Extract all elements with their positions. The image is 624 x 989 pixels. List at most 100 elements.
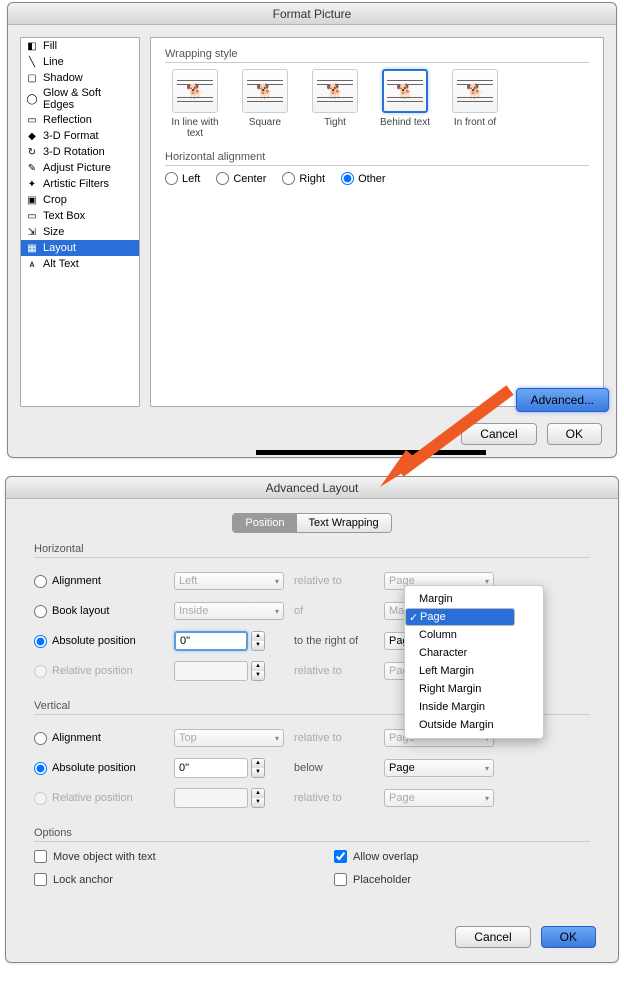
format-picture-dialog: Format Picture ◧Fill╲Line▢Shadow◯Glow & … (7, 2, 617, 458)
sidebar-item-icon: ╲ (25, 55, 39, 69)
cancel-button[interactable]: Cancel (455, 926, 530, 948)
wrap-option-label: In front of (454, 117, 496, 128)
h-book-label: Book layout (52, 605, 109, 617)
halign-radio-other[interactable]: Other (341, 172, 386, 185)
dropdown-item-outside-margin[interactable]: Outside Margin (405, 716, 543, 734)
tab-bar: PositionText Wrapping (6, 513, 618, 533)
sidebar-item-icon: ✎ (25, 161, 39, 175)
h-relative-radio[interactable] (34, 665, 47, 678)
sidebar-item-label: Alt Text (43, 258, 79, 270)
sidebar-item-icon: ▦ (25, 241, 39, 255)
sidebar-item-label: Shadow (43, 72, 83, 84)
dropdown-item-inside-margin[interactable]: Inside Margin (405, 698, 543, 716)
wrap-option-label: Behind text (380, 117, 430, 128)
halign-radio-right[interactable]: Right (282, 172, 325, 185)
v-alignment-label: Alignment (52, 732, 101, 744)
halign-radio-center[interactable]: Center (216, 172, 266, 185)
h-absolute-radio[interactable] (34, 635, 47, 648)
sidebar-item-3-d-format[interactable]: ◆3-D Format (21, 128, 139, 144)
sidebar-item-label: Line (43, 56, 64, 68)
ok-button[interactable]: OK (541, 926, 596, 948)
h-relative-stepper: ▲▼ (251, 661, 265, 681)
dropdown-item-column[interactable]: Column (405, 626, 543, 644)
stepper-up-icon[interactable]: ▲ (252, 759, 264, 768)
sidebar-item-label: Artistic Filters (43, 178, 109, 190)
cancel-button[interactable]: Cancel (461, 423, 536, 445)
sidebar-item-icon: ▣ (25, 193, 39, 207)
sidebar-item-icon: ⇲ (25, 225, 39, 239)
h-book-select[interactable]: Inside▾ (174, 602, 284, 620)
sidebar-item-label: Crop (43, 194, 67, 206)
dropdown-item-right-margin[interactable]: Right Margin (405, 680, 543, 698)
ok-button[interactable]: OK (547, 423, 602, 445)
h-absolute-label: Absolute position (52, 635, 136, 647)
wrap-option-in-front-of[interactable]: 🐕 In front of (445, 69, 505, 139)
wrap-thumb-icon: 🐕 (382, 69, 428, 113)
sidebar-item-icon: ✦ (25, 177, 39, 191)
stepper-down-icon[interactable]: ▼ (252, 641, 264, 650)
sidebar-item-layout[interactable]: ▦ Layout (21, 240, 139, 256)
wrapping-style-label: Wrapping style (165, 48, 589, 63)
sidebar-item-text-box[interactable]: ▭ Text Box (21, 208, 139, 224)
sidebar-item-icon: ↻ (25, 145, 39, 159)
sidebar-item-crop[interactable]: ▣ Crop (21, 192, 139, 208)
sidebar-item-adjust-picture[interactable]: ✎Adjust Picture (21, 160, 139, 176)
v-absolute-stepper[interactable]: ▲▼ (251, 758, 265, 778)
move-with-text-checkbox[interactable] (34, 850, 47, 863)
h-alignment-select[interactable]: Left▾ (174, 572, 284, 590)
dropdown-item-margin[interactable]: Margin (405, 590, 543, 608)
wrap-thumb-icon: 🐕 (452, 69, 498, 113)
stepper-up-icon[interactable]: ▲ (252, 632, 264, 641)
v-alignment-radio[interactable] (34, 732, 47, 745)
sidebar-item-label: Size (43, 226, 64, 238)
tab-text-wrapping[interactable]: Text Wrapping (297, 514, 391, 532)
sidebar-item-artistic-filters[interactable]: ✦ Artistic Filters (21, 176, 139, 192)
sidebar-item-line[interactable]: ╲ Line (21, 54, 139, 70)
sidebar-item-alt-text[interactable]: ᴀAlt Text (21, 256, 139, 272)
v-alignment-select[interactable]: Top▾ (174, 729, 284, 747)
v-relative-label: Relative position (52, 792, 133, 804)
wrap-option-behind-text[interactable]: 🐕 Behind text (375, 69, 435, 139)
v-relative-rel-select: Page▾ (384, 789, 494, 807)
h-absolute-input[interactable] (174, 631, 248, 651)
v-relative-radio[interactable] (34, 792, 47, 805)
main-panel: Wrapping style 🐕In line with text🐕Square… (150, 37, 604, 407)
advanced-layout-dialog: Advanced Layout PositionText Wrapping Ho… (5, 476, 619, 963)
sidebar-item-icon: ▭ (25, 113, 39, 127)
v-absolute-rel-select[interactable]: Page▾ (384, 759, 494, 777)
sidebar-item-fill[interactable]: ◧Fill (21, 38, 139, 54)
sidebar-item-reflection[interactable]: ▭Reflection (21, 112, 139, 128)
allow-overlap-checkbox[interactable] (334, 850, 347, 863)
wrap-option-square[interactable]: 🐕Square (235, 69, 295, 139)
wrap-option-tight[interactable]: 🐕Tight (305, 69, 365, 139)
tab-position[interactable]: Position (233, 514, 296, 532)
v-absolute-label: Absolute position (52, 762, 136, 774)
v-absolute-radio[interactable] (34, 762, 47, 775)
advanced-button[interactable]: Advanced... (516, 388, 609, 412)
sidebar-item-icon: ▭ (25, 209, 39, 223)
wrap-option-in-line-with-text[interactable]: 🐕In line with text (165, 69, 225, 139)
sidebar-item-label: Text Box (43, 210, 85, 222)
placeholder-checkbox[interactable] (334, 873, 347, 886)
sidebar-item-label: Layout (43, 242, 76, 254)
sidebar-item-size[interactable]: ⇲ Size (21, 224, 139, 240)
h-relative-input (174, 661, 248, 681)
stepper-down-icon[interactable]: ▼ (252, 768, 264, 777)
sidebar-item-shadow[interactable]: ▢Shadow (21, 70, 139, 86)
dropdown-item-character[interactable]: Character (405, 644, 543, 662)
sidebar-item-3-d-rotation[interactable]: ↻3-D Rotation (21, 144, 139, 160)
reference-dropdown-menu: MarginPageColumnCharacterLeft MarginRigh… (404, 585, 544, 739)
dropdown-item-left-margin[interactable]: Left Margin (405, 662, 543, 680)
wrap-option-label: Tight (324, 117, 346, 128)
halign-radio-left[interactable]: Left (165, 172, 200, 185)
h-book-radio[interactable] (34, 605, 47, 618)
dropdown-item-page[interactable]: Page (405, 608, 515, 626)
horizontal-alignment-label: Horizontal alignment (165, 151, 589, 166)
lock-anchor-checkbox[interactable] (34, 873, 47, 886)
sidebar-item-label: 3-D Format (43, 130, 99, 142)
sidebar-item-glow-soft-edges[interactable]: ◯Glow & Soft Edges (21, 86, 139, 112)
h-absolute-stepper[interactable]: ▲▼ (251, 631, 265, 651)
v-absolute-input[interactable] (174, 758, 248, 778)
sidebar-item-label: Fill (43, 40, 57, 52)
h-alignment-radio[interactable] (34, 575, 47, 588)
